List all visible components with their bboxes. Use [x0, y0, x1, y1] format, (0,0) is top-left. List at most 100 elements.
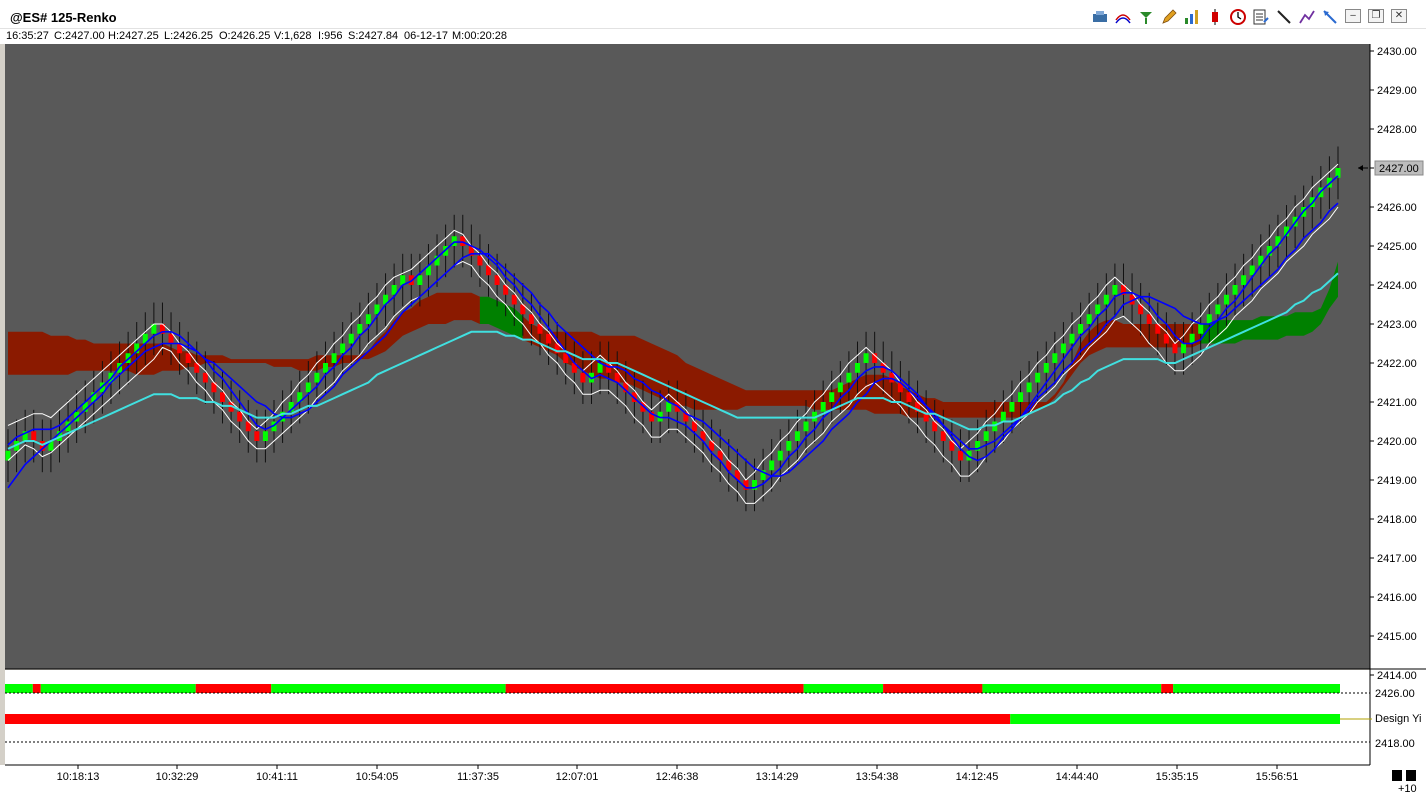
close-button[interactable]: ✕ [1391, 9, 1407, 23]
up-candle [769, 460, 775, 471]
minimize-button[interactable]: ‒ [1345, 9, 1361, 23]
signal-strip-2 [1010, 714, 1340, 724]
down-candle [220, 392, 226, 402]
down-candle [1172, 343, 1178, 354]
clock-icon[interactable] [1228, 7, 1248, 27]
up-candle [314, 372, 320, 383]
down-candle [254, 431, 260, 441]
up-candle [1095, 304, 1101, 315]
up-candle [1052, 353, 1058, 363]
time-label: 13:54:38 [856, 771, 899, 783]
signal-strip-1 [5, 684, 33, 693]
down-candle [185, 353, 191, 363]
window-title: @ES# 125-Renko [10, 10, 117, 25]
down-candle [546, 333, 552, 344]
drawing-pencil-icon[interactable] [1159, 7, 1179, 27]
down-candle [1163, 333, 1169, 344]
down-candle [237, 411, 243, 422]
price-label: 2420.00 [1377, 436, 1417, 448]
up-candle [365, 314, 371, 324]
time-label: 10:18:13 [57, 771, 100, 783]
up-candle [340, 343, 346, 354]
up-candle [1060, 343, 1066, 354]
time-label: 15:35:15 [1156, 771, 1199, 783]
up-candle [1223, 294, 1229, 305]
price-label: 2425.00 [1377, 241, 1417, 253]
signal-strip-1 [505, 684, 804, 693]
up-candle [829, 392, 835, 402]
signal-strip-1 [32, 684, 41, 693]
time-label: 14:12:45 [956, 771, 999, 783]
status-bar: 16:35:27 C:2427.00 H:2427.25 L:2426.25 O… [0, 29, 1426, 44]
restore-button[interactable]: ❐ [1368, 9, 1384, 23]
signal-strip-1 [1161, 684, 1174, 693]
price-label: 2415.00 [1377, 631, 1417, 643]
price-label: 2418.00 [1377, 514, 1417, 526]
up-candle [1018, 392, 1024, 402]
down-candle [460, 236, 466, 246]
bar-chart-icon[interactable] [1182, 7, 1202, 27]
indicator-axis-label: 2418.00 [1375, 738, 1415, 750]
down-candle [202, 372, 208, 383]
up-candle [348, 333, 354, 344]
status-time: 16:35:27 [6, 30, 49, 42]
title-bar: @ES# 125-Renko ‒ ❐ ✕ [0, 0, 1426, 29]
time-axis-area [0, 765, 1426, 800]
signal-strip-1 [40, 684, 196, 693]
pointer-icon[interactable] [1320, 7, 1340, 27]
price-chart[interactable]: 2430.00 2429.00 2428.00 2427.00 2426.00 2425.… [0, 44, 1426, 800]
time-label: 12:07:01 [556, 771, 599, 783]
last-price-label: 2427.00 [1379, 163, 1419, 175]
status-high: H:2427.25 [108, 30, 159, 42]
price-label: 2419.00 [1377, 475, 1417, 487]
signal-strip-1 [195, 684, 272, 693]
down-candle [906, 392, 912, 402]
chart-window: @ES# 125-Renko ‒ ❐ ✕ 16:35:27 C:2427.00 … [0, 0, 1426, 800]
down-candle [494, 275, 500, 285]
down-candle [477, 255, 483, 266]
strategy-icon[interactable] [1136, 7, 1156, 27]
indicator-icon[interactable] [1113, 7, 1133, 27]
up-candle [1103, 294, 1109, 305]
status-elapsed: M:00:20:28 [452, 30, 508, 42]
signal-strip-1 [883, 684, 983, 693]
up-candle [1215, 304, 1221, 315]
scroll-box-icon [1392, 770, 1402, 781]
time-label: 10:54:05 [356, 771, 399, 783]
data-icon[interactable] [1090, 7, 1110, 27]
status-open: O:2426.25 [219, 30, 271, 42]
up-candle [322, 363, 328, 373]
up-candle [1035, 372, 1041, 383]
up-candle [417, 275, 423, 285]
up-candle [837, 382, 843, 393]
up-candle [1069, 333, 1075, 344]
status-date: 06-12-17 [404, 30, 449, 42]
price-label: 2430.00 [1377, 46, 1417, 58]
trendline-icon[interactable] [1274, 7, 1294, 27]
down-candle [31, 431, 37, 441]
zigzag-icon[interactable] [1297, 7, 1317, 27]
up-candle [1232, 285, 1238, 295]
down-candle [511, 294, 517, 305]
time-label: 13:14:29 [756, 771, 799, 783]
signal-strip-1 [982, 684, 1162, 693]
indicator-axis-label: 2426.00 [1375, 688, 1415, 700]
list-icon[interactable] [1251, 7, 1271, 27]
up-candle [854, 363, 860, 373]
indicator-axis-label: Design Yi [1375, 713, 1421, 725]
time-label: 11:37:35 [457, 771, 499, 783]
up-candle [863, 353, 869, 363]
signal-strip-2 [5, 714, 1011, 724]
up-candle [803, 421, 809, 432]
status-settle: S:2427.84 [348, 30, 399, 42]
candle-icon[interactable] [1205, 7, 1225, 27]
up-candle [1181, 343, 1187, 354]
time-label: 10:32:29 [156, 771, 199, 783]
time-label: 12:46:38 [656, 771, 699, 783]
price-label: 2416.00 [1377, 592, 1417, 604]
down-candle [889, 372, 895, 383]
up-candle [262, 431, 268, 441]
up-candle [305, 382, 311, 393]
status-interest: I:956 [318, 30, 343, 42]
up-candle [794, 431, 800, 441]
